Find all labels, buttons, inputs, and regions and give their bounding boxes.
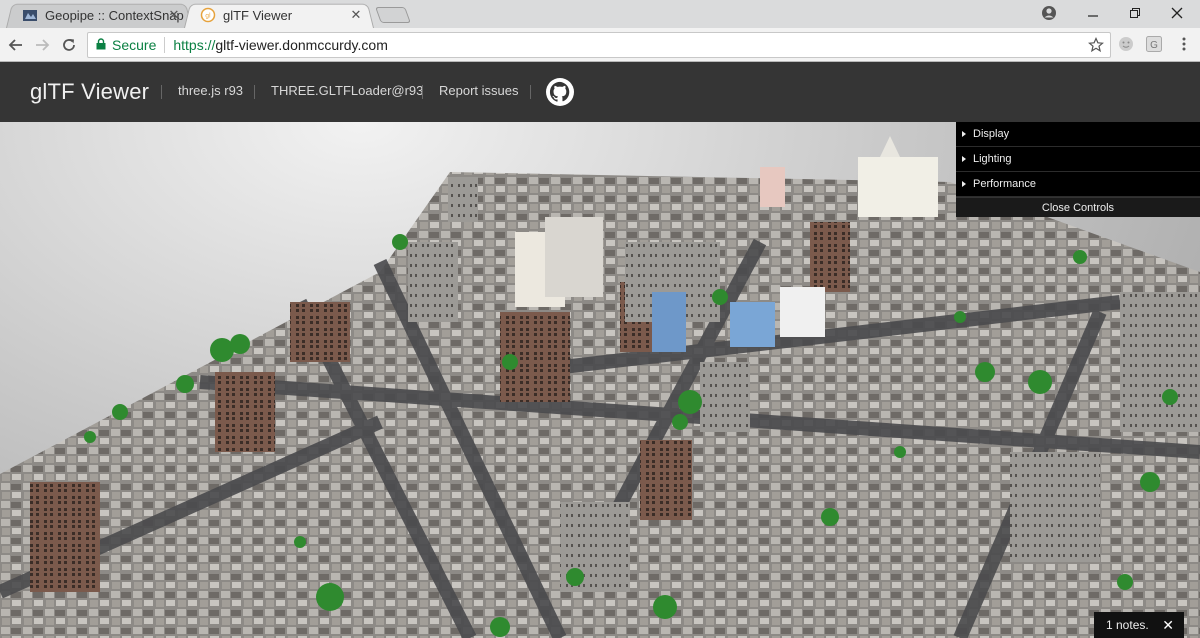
reload-icon[interactable]	[57, 33, 81, 57]
profile-icon[interactable]	[1028, 2, 1070, 24]
notes-text: 1 notes.	[1106, 618, 1149, 632]
nav-link-report-issues[interactable]: Report issues	[439, 83, 518, 98]
nav-link-threejs[interactable]: three.js r93	[178, 83, 243, 98]
close-icon[interactable]: ✕	[1162, 617, 1174, 634]
controls-panel: Display Lighting Performance Close Contr…	[956, 122, 1200, 217]
browser-tab-strip: Geopipe :: ContextSnap ✕ gl glTF Viewer …	[0, 0, 1200, 28]
url-host: gltf-viewer.donmccurdy.com	[215, 37, 388, 53]
github-icon[interactable]	[546, 78, 574, 106]
tab-geopipe[interactable]: Geopipe :: ContextSnap ✕	[6, 2, 192, 28]
restore-icon[interactable]	[1114, 2, 1156, 24]
folder-lighting[interactable]: Lighting	[956, 147, 1200, 172]
caret-right-icon	[962, 156, 966, 162]
security-label: Secure	[112, 37, 157, 53]
tab-close-icon[interactable]: ✕	[348, 7, 364, 23]
caret-right-icon	[962, 131, 966, 137]
extension-g-icon[interactable]: G	[1146, 36, 1162, 52]
kebab-menu-icon[interactable]	[1176, 36, 1192, 52]
bookmark-star-icon[interactable]	[1088, 37, 1104, 56]
lock-icon	[96, 37, 106, 53]
forward-arrow-icon[interactable]	[30, 33, 54, 57]
caret-right-icon	[962, 181, 966, 187]
close-window-icon[interactable]	[1156, 2, 1198, 24]
folder-label: Lighting	[973, 153, 1012, 165]
url-scheme: https://	[173, 37, 216, 53]
close-controls-button[interactable]: Close Controls	[956, 197, 1200, 217]
notes-toast: 1 notes. ✕	[1094, 612, 1184, 638]
site-title[interactable]: glTF Viewer	[30, 79, 149, 105]
gltf-viewer-icon: gl	[200, 7, 216, 23]
site-header: glTF Viewer three.js r93 THREE.GLTFLoade…	[0, 62, 1200, 122]
browser-toolbar: Secure https:// gltf-viewer.donmccurdy.c…	[0, 28, 1200, 62]
tab-title: Geopipe :: ContextSnap	[45, 7, 184, 23]
minimize-icon[interactable]	[1072, 2, 1114, 24]
folder-display[interactable]: Display	[956, 122, 1200, 147]
tab-gltf-viewer[interactable]: gl glTF Viewer ✕	[184, 2, 374, 28]
svg-text:gl: gl	[205, 13, 211, 20]
folder-label: Display	[973, 128, 1010, 140]
folder-performance[interactable]: Performance	[956, 172, 1200, 197]
nav-link-gltfloader[interactable]: THREE.GLTFLoader@r93	[271, 83, 423, 98]
new-tab-button[interactable]	[375, 7, 411, 23]
extension-smiley-icon[interactable]	[1118, 36, 1134, 52]
geopipe-icon	[22, 7, 38, 23]
tab-close-icon[interactable]: ✕	[166, 7, 182, 23]
folder-label: Performance	[973, 178, 1036, 190]
address-bar[interactable]: Secure https:// gltf-viewer.donmccurdy.c…	[87, 32, 1111, 58]
svg-text:G: G	[1150, 40, 1158, 51]
back-arrow-icon[interactable]	[4, 33, 28, 57]
tab-title: glTF Viewer	[223, 7, 293, 23]
